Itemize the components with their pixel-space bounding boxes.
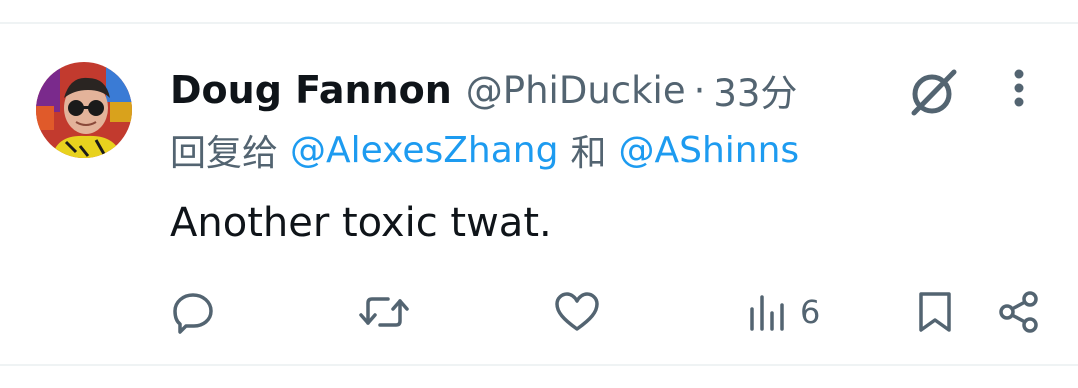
author-handle[interactable]: @PhiDuckie (466, 69, 686, 112)
share-button[interactable] (996, 288, 1042, 336)
reply-prefix: 回复给 (170, 133, 279, 174)
views-button[interactable]: 6 (746, 288, 820, 336)
like-button[interactable] (553, 288, 601, 336)
more-vertical-icon (1014, 69, 1024, 107)
header-separator: · (693, 68, 706, 112)
more-options-button[interactable] (1004, 66, 1034, 114)
views-count: 6 (800, 293, 821, 331)
retweet-button[interactable] (358, 288, 410, 336)
bookmark-icon (919, 292, 951, 332)
reply-button[interactable] (170, 288, 216, 336)
bookmark-button[interactable] (914, 288, 956, 336)
grok-button[interactable] (904, 64, 962, 120)
avatar[interactable] (36, 62, 132, 158)
reply-icon (173, 293, 213, 334)
heart-icon (555, 292, 599, 331)
grok-icon (911, 69, 957, 116)
tweet-text: Another toxic twat. (170, 200, 552, 246)
share-icon (999, 291, 1038, 333)
tweet-timestamp[interactable]: 33分 (713, 63, 797, 117)
mention-link-1[interactable]: @AlexesZhang (290, 130, 558, 171)
reply-conjunction: 和 (570, 133, 607, 174)
top-divider (0, 22, 1078, 24)
bottom-divider (0, 364, 1078, 366)
avatar-image (36, 62, 132, 158)
author-display-name[interactable]: Doug Fannon (170, 68, 452, 112)
retweet-icon (359, 297, 409, 327)
tweet-header: Doug Fannon @PhiDuckie · 33分 (170, 64, 797, 116)
reply-context: 回复给 @AlexesZhang 和 @AShinns (170, 124, 799, 176)
mention-link-2[interactable]: @AShinns (618, 130, 799, 171)
bar-chart-icon (750, 295, 784, 331)
